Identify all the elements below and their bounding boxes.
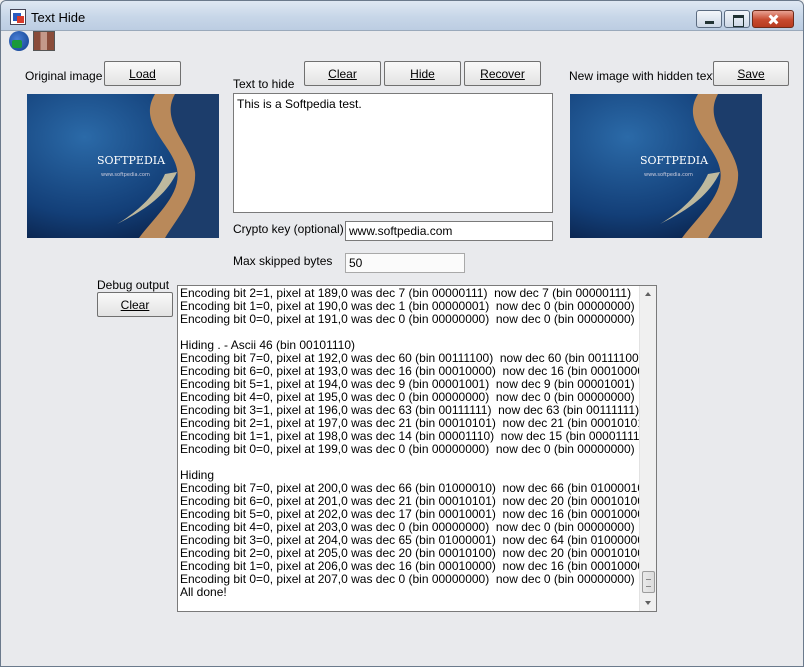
- debug-line: [180, 456, 638, 469]
- text-to-hide-field[interactable]: This is a Softpedia test.: [233, 93, 553, 213]
- debug-line: All done!: [180, 585, 227, 599]
- text-to-hide-label: Text to hide: [233, 77, 295, 91]
- caption-buttons: [696, 10, 794, 28]
- app-toolbar-icon[interactable]: [9, 31, 29, 51]
- toolbar: [9, 29, 55, 53]
- title-bar[interactable]: Text Hide: [1, 1, 803, 31]
- debug-line: Encoding bit 0=0, pixel at 199,0 was dec…: [180, 442, 635, 456]
- new-image-label: New image with hidden text: [569, 69, 716, 83]
- minimize-icon[interactable]: [696, 10, 722, 28]
- close-icon[interactable]: [752, 10, 794, 28]
- scroll-thumb[interactable]: [642, 571, 655, 593]
- load-button-label: Load: [129, 66, 156, 81]
- debug-scrollbar[interactable]: [639, 286, 656, 611]
- debug-output-text: Encoding bit 2=1, pixel at 189,0 was dec…: [180, 287, 648, 599]
- debug-line: Encoding bit 0=0, pixel at 191,0 was dec…: [180, 312, 635, 326]
- debug-output-label: Debug output: [97, 278, 170, 292]
- clear-debug-button[interactable]: Clear: [97, 292, 173, 317]
- recover-button-label: Recover: [480, 66, 525, 81]
- original-image-brand: SOFTPEDIA: [97, 154, 166, 167]
- original-image-tagline: www.softpedia.com: [101, 172, 150, 178]
- debug-line: Encoding bit 0=0, pixel at 207,0 was dec…: [180, 572, 635, 586]
- app-icon: [10, 9, 26, 25]
- new-image-brand: SOFTPEDIA: [640, 154, 709, 167]
- save-button[interactable]: Save: [713, 61, 789, 86]
- crypto-key-field[interactable]: www.softpedia.com: [345, 221, 553, 241]
- clear-debug-button-label: Clear: [120, 297, 150, 312]
- new-image: SOFTPEDIA www.softpedia.com: [570, 94, 762, 238]
- maximize-icon[interactable]: [724, 10, 750, 28]
- original-image: SOFTPEDIA www.softpedia.com: [27, 94, 219, 238]
- hide-button[interactable]: Hide: [384, 61, 461, 86]
- clear-text-button[interactable]: Clear: [304, 61, 381, 86]
- load-button[interactable]: Load: [104, 61, 181, 86]
- hide-button-label: Hide: [410, 66, 435, 81]
- scroll-up-icon[interactable]: [640, 286, 656, 303]
- max-skipped-bytes-field[interactable]: 50: [345, 253, 465, 273]
- crypto-key-label: Crypto key (optional): [233, 222, 344, 236]
- app-window: Text Hide Original image Load SOFTPEDIA …: [0, 0, 804, 667]
- scroll-down-icon[interactable]: [640, 594, 656, 611]
- original-image-label: Original image: [25, 69, 103, 83]
- clear-text-button-label: Clear: [328, 66, 357, 81]
- new-image-tagline: www.softpedia.com: [644, 172, 693, 178]
- image-toolbar-icon[interactable]: [33, 31, 55, 51]
- max-skipped-bytes-label: Max skipped bytes: [233, 254, 333, 268]
- recover-button[interactable]: Recover: [464, 61, 541, 86]
- window-title: Text Hide: [31, 10, 86, 25]
- save-button-label: Save: [737, 66, 765, 81]
- debug-output[interactable]: Encoding bit 2=1, pixel at 189,0 was dec…: [177, 285, 657, 612]
